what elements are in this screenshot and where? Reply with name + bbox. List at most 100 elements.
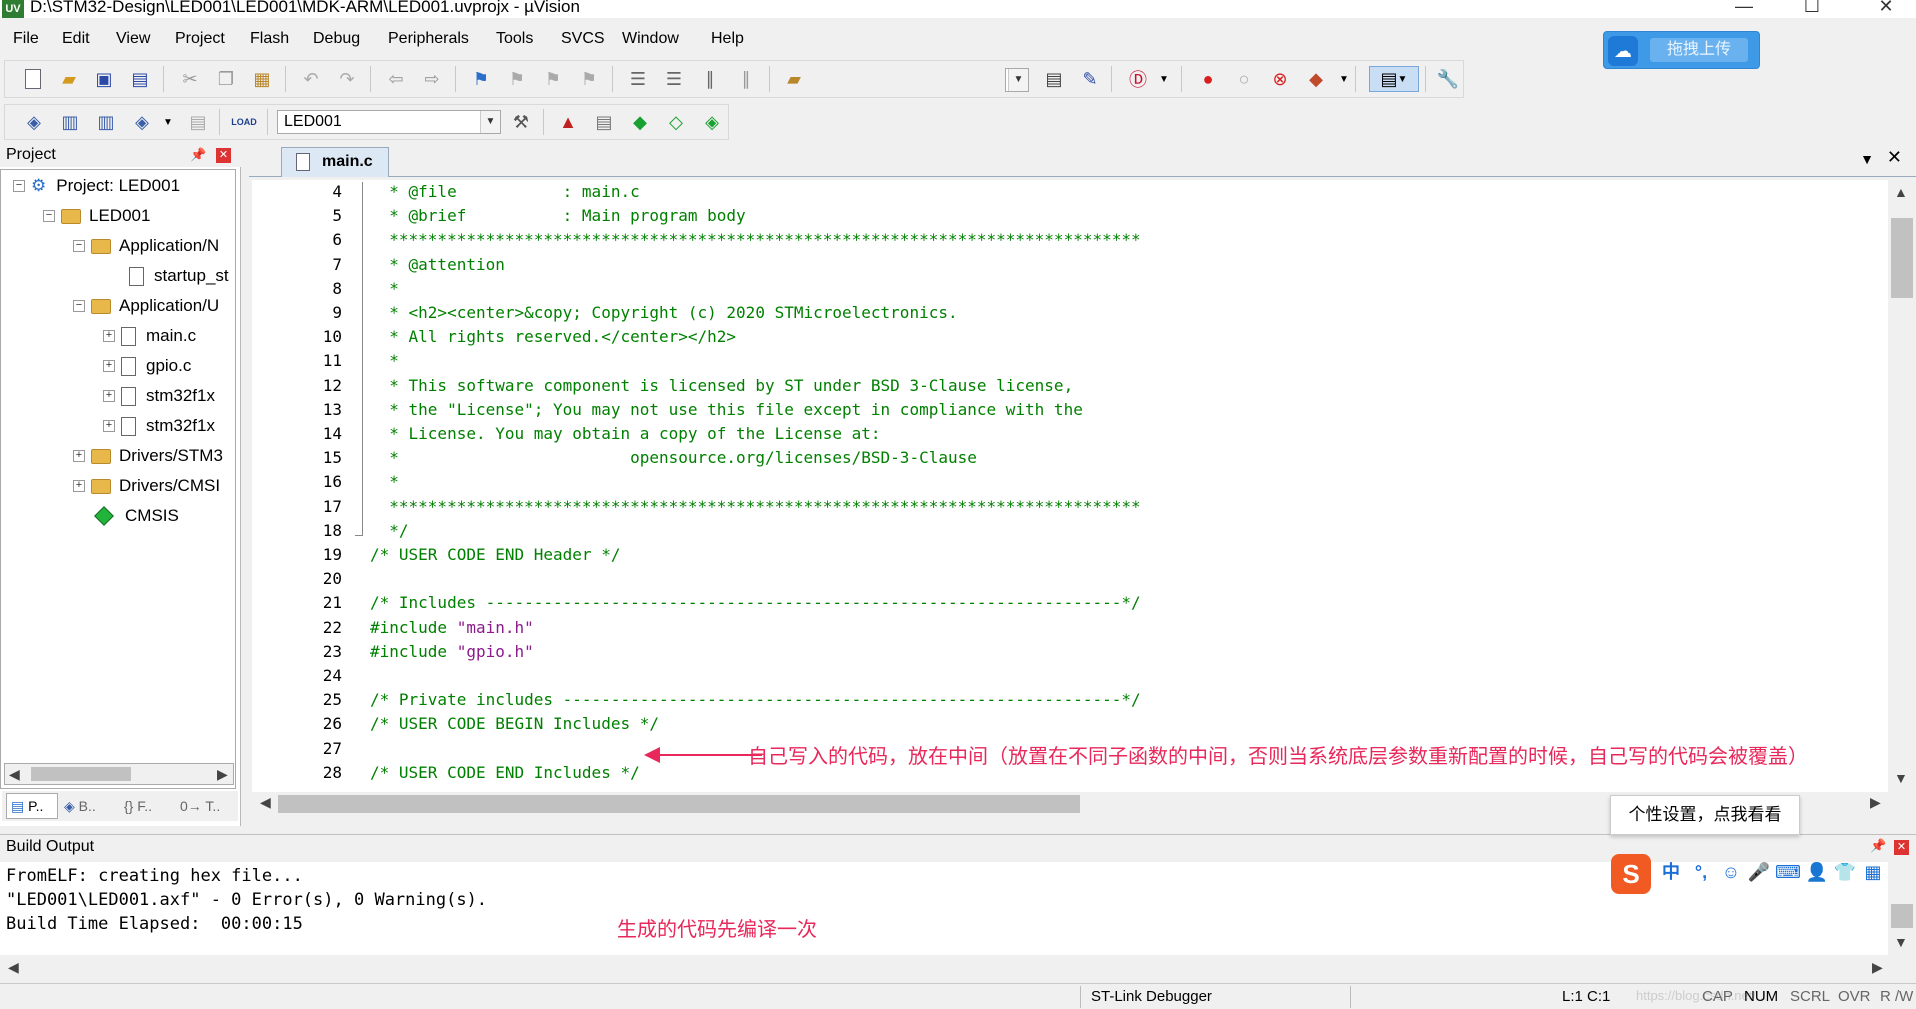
tree-item-project[interactable]: − ⚙ Project: LED001	[13, 174, 180, 198]
disable-all-breakpoints-icon[interactable]: ⊗	[1267, 66, 1293, 92]
batch-build-icon[interactable]: ◈	[129, 109, 155, 135]
tab-templates[interactable]: 0→ T..	[180, 795, 234, 819]
microphone-icon[interactable]: 🎤	[1747, 860, 1771, 884]
fold-marker[interactable]	[355, 182, 363, 536]
rebuild-icon[interactable]: ▥	[93, 109, 119, 135]
menu-help[interactable]: Help	[711, 30, 744, 48]
tab-functions[interactable]: {} F..	[124, 795, 178, 819]
ime-mode[interactable]: 中	[1659, 860, 1683, 884]
save-all-icon[interactable]: ▤	[127, 66, 153, 92]
window-layout-icon[interactable]: ▤ ▼	[1369, 66, 1419, 92]
menu-edit[interactable]: Edit	[62, 30, 90, 48]
upload-button[interactable]: ☁ 拖拽上传	[1603, 31, 1760, 69]
build-vscrollbar[interactable]: ▼	[1888, 900, 1916, 955]
status-scrl: SCRL	[1790, 988, 1831, 1005]
redo-icon[interactable]: ↷	[334, 66, 360, 92]
pin-icon[interactable]: 📌	[190, 143, 206, 167]
menu-project[interactable]: Project	[175, 30, 225, 48]
pack-installer-icon[interactable]: ◈	[699, 109, 725, 135]
disable-breakpoint-icon[interactable]: ○	[1231, 66, 1257, 92]
tab-main-c[interactable]: main.c	[281, 147, 389, 177]
tab-books[interactable]: ◈ B..	[64, 795, 118, 819]
menu-flash[interactable]: Flash	[250, 30, 289, 48]
tree-item-file[interactable]: + stm32f1x	[103, 414, 215, 438]
new-file-icon[interactable]	[20, 66, 46, 92]
stop-build-icon[interactable]: ▤	[185, 109, 211, 135]
toolbox-icon[interactable]: ▦	[1861, 860, 1885, 884]
build-icon[interactable]: ▥	[57, 109, 83, 135]
menu-tools[interactable]: Tools	[496, 30, 533, 48]
tree-item-cmsis[interactable]: CMSIS	[94, 504, 179, 528]
tree-item-file[interactable]: startup_st	[129, 264, 229, 288]
tree-item-target[interactable]: − LED001	[43, 204, 150, 228]
incremental-find-icon[interactable]: ✎	[1077, 66, 1103, 92]
menu-file[interactable]: File	[13, 30, 39, 48]
configure-icon[interactable]: 🔧	[1435, 66, 1461, 92]
menu-svcs[interactable]: SVCS	[561, 30, 605, 48]
punctuation-icon[interactable]: °,	[1689, 860, 1713, 884]
find-combo[interactable]: ▼	[1005, 68, 1029, 92]
breakpoint-icon[interactable]: ●	[1195, 66, 1221, 92]
tree-item-file[interactable]: + main.c	[103, 324, 196, 348]
editor-vscrollbar[interactable]: ▲ ▼	[1888, 180, 1916, 792]
unindent-icon[interactable]: ☰	[661, 66, 687, 92]
nav-back-icon[interactable]: ⇦	[383, 66, 409, 92]
debug-dropdown-icon[interactable]: ▼	[1151, 66, 1177, 92]
select-packs-icon[interactable]: ◇	[663, 109, 689, 135]
tree-item-group[interactable]: − Application/U	[73, 294, 219, 318]
title-bar: UV D:\STM32-Design\LED001\LED001\MDK-ARM…	[0, 0, 1916, 18]
copy-icon[interactable]: ❐	[213, 66, 239, 92]
tab-project[interactable]: ▤ P..	[6, 793, 58, 819]
emoji-icon[interactable]: ☺	[1719, 860, 1743, 884]
build-hscrollbar[interactable]: ◀ ▶	[0, 955, 1916, 981]
keyboard-icon[interactable]: ⌨	[1775, 860, 1801, 884]
undo-icon[interactable]: ↶	[298, 66, 324, 92]
cut-icon[interactable]: ✂	[177, 66, 203, 92]
bookmark-prev-icon[interactable]: ⚑	[504, 66, 530, 92]
bookmark-next-icon[interactable]: ⚑	[540, 66, 566, 92]
close-icon[interactable]: ✕	[1866, 0, 1906, 18]
bookmark-icon[interactable]: ⚑	[468, 66, 494, 92]
manage-rte-icon[interactable]: ◆	[627, 109, 653, 135]
close-tab-icon[interactable]: ✕	[1887, 147, 1902, 168]
close-panel-icon[interactable]: ✕	[216, 148, 231, 163]
menu-window[interactable]: Window	[622, 30, 679, 48]
tree-item-group[interactable]: + Drivers/CMSI	[73, 474, 220, 498]
download-icon[interactable]: LOAD	[231, 109, 257, 135]
find-in-files-icon[interactable]: ▰	[781, 66, 807, 92]
paste-icon[interactable]: ▦	[249, 66, 275, 92]
tab-list-dropdown-icon[interactable]: ▼	[1860, 151, 1874, 167]
build-output-text[interactable]: FromELF: creating hex file... "LED001\LE…	[0, 862, 1888, 955]
save-icon[interactable]: ▣	[91, 66, 117, 92]
open-file-icon[interactable]: ▰	[56, 66, 82, 92]
translate-icon[interactable]: ◈	[21, 109, 47, 135]
project-hscrollbar[interactable]: ◀ ▶	[4, 763, 234, 785]
user-icon[interactable]: 👤	[1805, 860, 1829, 884]
tree-item-group[interactable]: − Application/N	[73, 234, 219, 258]
menu-debug[interactable]: Debug	[313, 30, 360, 48]
nav-forward-icon[interactable]: ⇨	[419, 66, 445, 92]
maximize-icon[interactable]: ☐	[1792, 0, 1832, 18]
target-select[interactable]: LED001 ▼	[277, 110, 501, 134]
target-options-icon[interactable]: ⚒	[508, 109, 534, 135]
kill-all-breakpoints-icon[interactable]: ◆	[1303, 66, 1329, 92]
minimize-icon[interactable]: —	[1724, 0, 1764, 18]
sogou-logo-icon[interactable]: S	[1611, 854, 1651, 894]
batch-dropdown-icon[interactable]: ▼	[155, 109, 181, 135]
event-recorder-icon[interactable]: ▤	[591, 109, 617, 135]
bookmark-clear-icon[interactable]: ⚑	[576, 66, 602, 92]
breakpoint-dropdown-icon[interactable]: ▼	[1331, 66, 1357, 92]
tree-item-group[interactable]: + Drivers/STM3	[73, 444, 223, 468]
skin-icon[interactable]: 👕	[1833, 860, 1857, 884]
uncomment-icon[interactable]: ∥	[733, 66, 759, 92]
debug-session-icon[interactable]: Ⓓ	[1125, 66, 1151, 92]
manage-project-items-icon[interactable]: ▲	[555, 109, 581, 135]
comment-icon[interactable]: ∥	[697, 66, 723, 92]
menu-peripherals[interactable]: Peripherals	[388, 30, 469, 48]
code-editor[interactable]: 4 5 6 7 8 9 10 11 12 13 14 15 16 17 18 19 20 21 22 23 24 25 26…	[252, 180, 1888, 792]
indent-icon[interactable]: ☰	[625, 66, 651, 92]
tree-item-file[interactable]: + gpio.c	[103, 354, 191, 378]
menu-view[interactable]: View	[116, 30, 150, 48]
tree-item-file[interactable]: + stm32f1x	[103, 384, 215, 408]
find-icon[interactable]: ▤	[1041, 66, 1067, 92]
